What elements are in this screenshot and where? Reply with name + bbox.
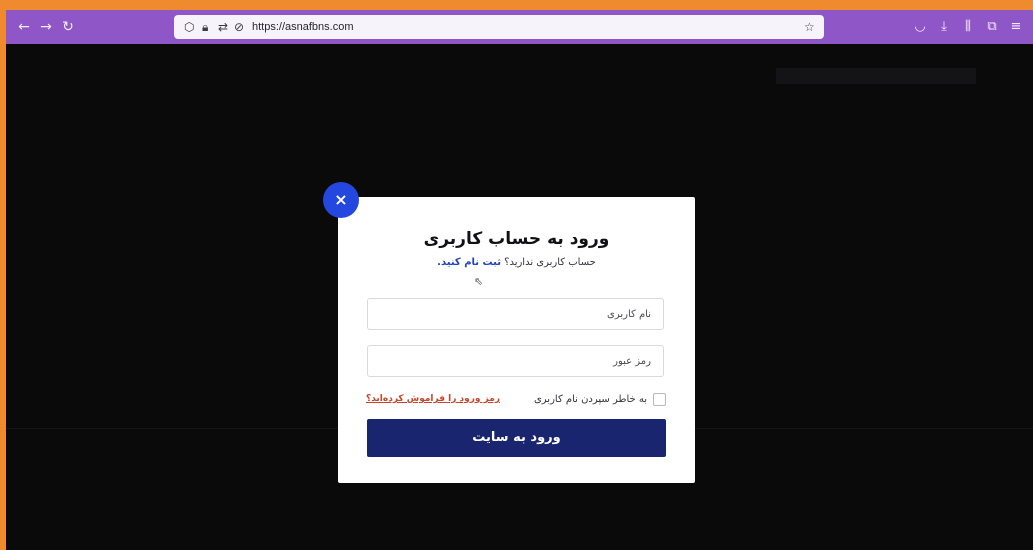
reload-icon[interactable]: ↻ — [58, 17, 78, 37]
login-modal: ورود به حساب کاربری حساب کاربری ندارید؟ … — [338, 197, 695, 483]
register-link[interactable]: ثبت نام کنید. — [437, 257, 501, 268]
register-prompt-text: حساب کاربری ندارید؟ — [504, 257, 596, 268]
shield-icon[interactable]: ⬡ — [184, 18, 194, 36]
register-prompt: حساب کاربری ندارید؟ ثبت نام کنید. — [338, 257, 695, 268]
mouse-cursor-icon: ⇖ — [474, 275, 484, 288]
library-icon[interactable]: ⫼ — [958, 17, 978, 37]
forward-arrow-icon[interactable]: → — [36, 17, 56, 37]
username-field[interactable] — [367, 298, 664, 330]
screen-border: ← → ↻ ⬡ 🔒︎ ⇄ ⊘ https://asnafbns.com ☆ ◡ … — [0, 0, 1033, 550]
extensions-icon[interactable]: ⧉ — [982, 17, 1002, 37]
remember-me[interactable]: به خاطر سپردن نام کاربری — [534, 393, 666, 406]
pocket-icon[interactable]: ◡ — [910, 17, 930, 37]
menu-icon[interactable]: ≡ — [1006, 17, 1026, 37]
page-overlay: ورود به حساب کاربری حساب کاربری ندارید؟ … — [6, 44, 1033, 550]
permissions-icon[interactable]: ⇄ — [218, 18, 228, 36]
remember-label: به خاطر سپردن نام کاربری — [533, 394, 647, 405]
browser-window: ← → ↻ ⬡ 🔒︎ ⇄ ⊘ https://asnafbns.com ☆ ◡ … — [6, 10, 1033, 550]
password-field[interactable] — [367, 345, 664, 377]
back-arrow-icon[interactable]: ← — [14, 17, 34, 37]
tracking-icon[interactable]: ⊘ — [234, 18, 244, 36]
forgot-password-link[interactable]: رمز ورود را فراموش کرده‌اید؟ — [366, 394, 500, 404]
browser-toolbar: ← → ↻ ⬡ 🔒︎ ⇄ ⊘ https://asnafbns.com ☆ ◡ … — [6, 10, 1033, 44]
background-header — [776, 68, 976, 84]
url-text[interactable]: https://asnafbns.com — [252, 19, 354, 35]
password-input[interactable] — [368, 346, 663, 376]
address-bar[interactable]: ⬡ 🔒︎ ⇄ ⊘ https://asnafbns.com ☆ — [174, 15, 824, 39]
username-input[interactable] — [368, 299, 663, 329]
modal-title: ورود به حساب کاربری — [423, 229, 610, 249]
bookmark-star-icon[interactable]: ☆ — [804, 18, 815, 36]
remember-checkbox[interactable] — [653, 393, 666, 406]
download-icon[interactable]: ⤓ — [934, 17, 954, 37]
login-submit-button[interactable]: ورود به سایت — [367, 419, 666, 457]
lock-icon[interactable]: 🔒︎ — [202, 18, 208, 36]
close-icon[interactable]: × — [323, 182, 359, 218]
